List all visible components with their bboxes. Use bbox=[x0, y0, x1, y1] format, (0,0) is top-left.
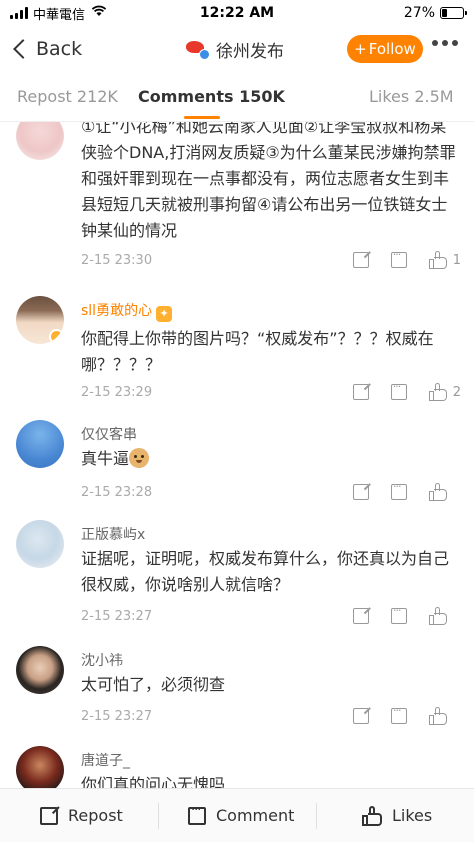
comment-username[interactable]: 仅仅客串 bbox=[81, 424, 137, 444]
like-count: 1 bbox=[452, 252, 461, 268]
comment-icon bbox=[188, 803, 206, 825]
comment-meta: 2-15 23:27 bbox=[81, 604, 461, 628]
repost-icon[interactable] bbox=[352, 384, 369, 400]
comment-text: 真牛逼 bbox=[81, 446, 461, 472]
back-label: Back bbox=[36, 38, 83, 60]
repost-icon[interactable] bbox=[352, 252, 369, 268]
repost-button[interactable]: Repost bbox=[40, 806, 123, 825]
verified-badge-icon bbox=[199, 49, 210, 60]
comment-icon[interactable] bbox=[390, 380, 407, 400]
like-button[interactable]: 1 bbox=[428, 251, 461, 269]
comment-icon[interactable] bbox=[390, 248, 407, 268]
comment-username[interactable]: 正版慕屿x bbox=[81, 524, 145, 544]
wifi-icon bbox=[91, 5, 107, 21]
account-header[interactable]: 徐州发布 bbox=[186, 37, 284, 62]
more-options-icon[interactable] bbox=[432, 40, 458, 46]
comment-username[interactable]: 唐道子_ bbox=[81, 750, 130, 770]
comment-time: 2-15 23:28 bbox=[81, 484, 153, 500]
account-logo bbox=[186, 38, 210, 60]
avatar[interactable] bbox=[16, 746, 64, 788]
comment-actions bbox=[331, 704, 461, 728]
comment-text: 证据呢，证明呢，权威发布算什么，你还真以为自己很权威，你说啥别人就信啥？ bbox=[81, 549, 450, 594]
navigation-bar: Back 徐州发布 + Follow bbox=[0, 26, 474, 72]
plus-icon: + bbox=[354, 40, 367, 58]
comment-username[interactable]: sll勇敢的心 ✦ bbox=[81, 300, 173, 322]
repost-icon[interactable] bbox=[353, 708, 369, 724]
bottom-action-bar: Repost Comment Likes bbox=[0, 788, 474, 842]
carrier-name: 中華電信 bbox=[33, 7, 86, 23]
comment-actions bbox=[331, 604, 461, 628]
like-count: 2 bbox=[452, 384, 461, 400]
comment-time: 2-15 23:27 bbox=[81, 608, 153, 624]
battery-percent: 27% bbox=[403, 5, 435, 21]
account-name: 徐州发布 bbox=[216, 41, 284, 62]
comment-icon[interactable] bbox=[391, 604, 407, 624]
follow-label: Follow bbox=[368, 40, 416, 58]
thumbs-up-icon bbox=[428, 251, 447, 269]
comment-meta: 2-15 23:29 2 bbox=[81, 380, 461, 404]
status-bar: 中華電信 12:22 AM 27% bbox=[0, 0, 474, 26]
username-text: sll勇敢的心 bbox=[81, 303, 153, 319]
battery-indicator: 27% bbox=[403, 5, 467, 21]
member-badge-icon: ✦ bbox=[156, 306, 173, 322]
doge-emoji-icon bbox=[129, 448, 150, 468]
comment-meta: 2-15 23:28 bbox=[81, 480, 461, 504]
thumbs-up-icon bbox=[429, 607, 447, 625]
comment-username[interactable]: 沈小祎 bbox=[81, 650, 123, 670]
comment-list[interactable]: ①让“小花梅”和她云南家人见面②让李莹叔叔和杨某侠验个DNA,打消网友质疑③为什… bbox=[0, 122, 474, 788]
active-tab-indicator bbox=[184, 116, 220, 119]
comment-time: 2-15 23:30 bbox=[81, 252, 153, 268]
tab-likes[interactable]: Likes 2.5M bbox=[369, 87, 454, 106]
comment-button[interactable]: Comment bbox=[188, 803, 295, 825]
likes-button[interactable]: Likes bbox=[362, 805, 433, 826]
repost-icon bbox=[40, 806, 58, 825]
avatar[interactable] bbox=[16, 420, 64, 468]
like-button[interactable] bbox=[429, 607, 461, 625]
comment-text: 太可怕了，必须彻查 bbox=[81, 675, 226, 694]
comment-label: Comment bbox=[216, 806, 295, 825]
comment-icon[interactable] bbox=[391, 704, 407, 724]
comment-meta: 2-15 23:30 1 bbox=[81, 248, 461, 272]
repost-label: Repost bbox=[68, 806, 123, 825]
battery-icon bbox=[440, 7, 467, 19]
vip-badge-icon bbox=[49, 329, 64, 344]
comment-text: 你配得上你带的图片吗？“权威发布”？？？权威在哪？？？？ bbox=[81, 329, 434, 374]
tab-bar: Repost 212K Comments 150K Likes 2.5M bbox=[0, 72, 474, 122]
divider bbox=[158, 803, 159, 829]
comment-actions bbox=[331, 480, 461, 504]
comment-actions: 1 bbox=[331, 248, 461, 272]
thumbs-up-icon bbox=[362, 805, 382, 826]
battery-fill bbox=[442, 9, 448, 17]
like-button[interactable] bbox=[429, 707, 461, 725]
thumbs-up-icon bbox=[429, 483, 447, 501]
divider bbox=[316, 803, 317, 829]
thumbs-up-icon bbox=[429, 707, 447, 725]
comment-text: ①让“小花梅”和她云南家人见面②让李莹叔叔和杨某侠验个DNA,打消网友质疑③为什… bbox=[81, 122, 456, 240]
comment-actions: 2 bbox=[331, 380, 461, 404]
avatar[interactable] bbox=[16, 296, 64, 344]
follow-button[interactable]: + Follow bbox=[347, 35, 423, 63]
comment-time: 2-15 23:29 bbox=[81, 384, 153, 400]
comment-time: 2-15 23:27 bbox=[81, 708, 153, 724]
likes-label: Likes bbox=[392, 806, 433, 825]
tab-repost[interactable]: Repost 212K bbox=[17, 87, 118, 106]
comment-icon[interactable] bbox=[391, 480, 407, 500]
avatar[interactable] bbox=[16, 122, 64, 160]
avatar[interactable] bbox=[16, 520, 64, 568]
comment-text: 你们真的问心无愧吗 bbox=[81, 775, 226, 788]
repost-icon[interactable] bbox=[353, 484, 369, 500]
avatar[interactable] bbox=[16, 646, 64, 694]
like-button[interactable]: 2 bbox=[428, 383, 461, 401]
like-button[interactable] bbox=[429, 483, 461, 501]
tab-comments[interactable]: Comments 150K bbox=[138, 87, 285, 106]
comment-meta: 2-15 23:27 bbox=[81, 704, 461, 728]
comment-text-content: 真牛逼 bbox=[81, 449, 130, 468]
chevron-left-icon bbox=[13, 39, 33, 59]
signal-icon bbox=[10, 7, 28, 19]
thumbs-up-icon bbox=[428, 383, 447, 401]
repost-icon[interactable] bbox=[353, 608, 369, 624]
back-button[interactable]: Back bbox=[12, 38, 82, 60]
